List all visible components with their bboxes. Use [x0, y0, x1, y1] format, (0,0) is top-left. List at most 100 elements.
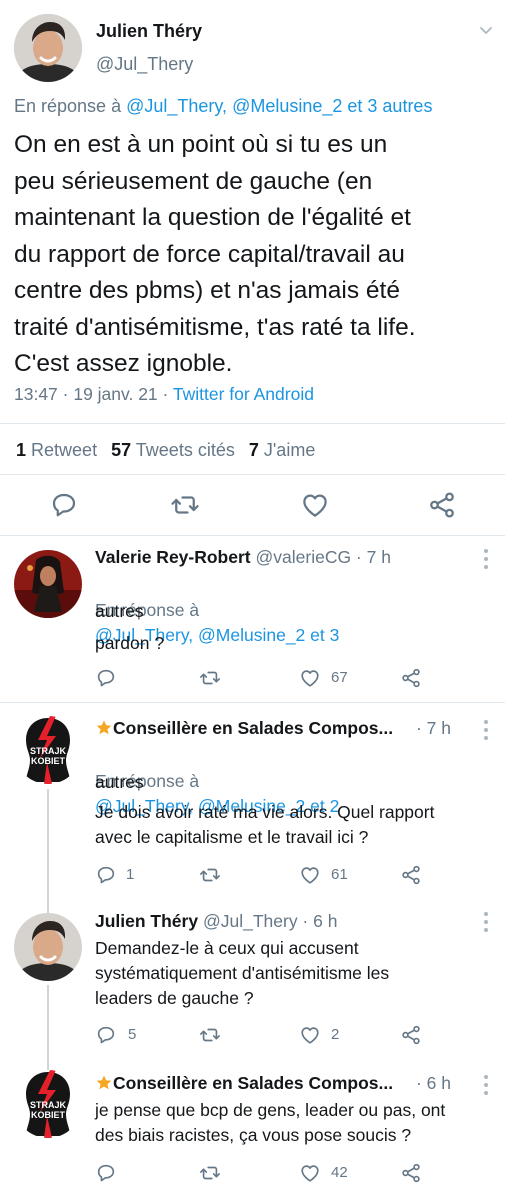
author-handle: · 7 h [415, 718, 452, 738]
avatar-photo [14, 913, 82, 981]
author-line: Valerie Rey-Robert @valerieCG · 7 h [95, 547, 391, 568]
share-icon[interactable] [400, 1162, 422, 1184]
quotes-stat[interactable]: 57 Tweets cités [111, 440, 235, 460]
avatar[interactable]: STRAJK KOBIET [14, 716, 82, 784]
tweet-meta: 13:47 · 19 janv. 21 · Twitter for Androi… [14, 384, 314, 405]
like-icon[interactable] [299, 864, 321, 886]
reply-icon[interactable] [95, 667, 117, 689]
reply-icon[interactable] [49, 490, 79, 520]
author-handle: @Jul_Thery · 6 h [202, 911, 338, 931]
tweet-actions: 1 61 [95, 864, 495, 888]
likes-label: J'aime [263, 440, 316, 460]
reply-count: 5 [128, 1026, 137, 1043]
logo-text-bottom: KOBIET [31, 756, 66, 766]
avatar[interactable] [14, 550, 82, 618]
logo-text-top: STRAJK [30, 746, 67, 756]
tweet-timestamp[interactable]: 13:47 · 19 janv. 21 · [14, 384, 168, 404]
star-emoji-icon [95, 1074, 113, 1092]
more-vertical-icon[interactable] [483, 911, 489, 933]
tweet-actions: 67 [95, 667, 495, 691]
retweet-icon[interactable] [170, 490, 200, 520]
reply-tweet[interactable]: STRAJK KOBIET Conseillère en Salades Com… [0, 1058, 505, 1200]
like-count: 2 [331, 1026, 340, 1043]
author-handle[interactable]: @Jul_Thery [96, 54, 193, 75]
retweets-count: 1 [16, 440, 27, 460]
like-icon[interactable] [300, 490, 330, 520]
tweet-text: pardon ? [95, 633, 165, 653]
reply-tweet[interactable]: Valerie Rey-Robert @valerieCG · 7 h En r… [0, 536, 505, 702]
like-icon[interactable] [299, 667, 321, 689]
share-icon[interactable] [427, 490, 457, 520]
author-handle: @valerieCG · 7 h [255, 547, 391, 567]
author-name[interactable]: Conseillère en Salades Compos... [113, 1073, 393, 1093]
reply-targets-link[interactable]: autres [95, 599, 485, 624]
share-icon[interactable] [400, 667, 422, 689]
avatar[interactable]: STRAJK KOBIET [14, 1070, 82, 1138]
like-count: 61 [331, 866, 348, 883]
tweet-stats: 1 Retweet 57 Tweets cités 7 J'aime [16, 440, 315, 461]
author-name[interactable]: Valerie Rey-Robert [95, 547, 251, 567]
reply-prefix: En réponse à [14, 96, 122, 116]
retweets-label: Retweet [31, 440, 98, 460]
author-name[interactable]: Julien Théry [96, 21, 202, 42]
like-count: 67 [331, 669, 348, 686]
tweet-actions: 5 2 [95, 1024, 495, 1048]
like-icon[interactable] [299, 1162, 321, 1184]
retweet-icon[interactable] [199, 667, 221, 689]
reply-icon[interactable] [95, 864, 117, 886]
tweet-text: Demandez-le à ceux qui accusent systémat… [95, 938, 390, 1008]
likes-count: 7 [248, 440, 259, 460]
reply-icon[interactable] [95, 1162, 117, 1184]
retweets-stat[interactable]: 1 Retweet [16, 440, 97, 460]
tweet-text: On en est à un point où si tu es un peu … [14, 131, 416, 377]
avatar[interactable] [14, 14, 82, 82]
more-vertical-icon[interactable] [483, 1074, 489, 1096]
like-count: 42 [331, 1164, 348, 1181]
thread-line [47, 901, 49, 913]
chevron-down-icon[interactable] [478, 22, 494, 38]
quotes-count: 57 [111, 440, 132, 460]
tweet-text: je pense que bcp de gens, leader ou pas,… [95, 1100, 446, 1145]
avatar[interactable] [14, 913, 82, 981]
star-emoji-icon [95, 719, 113, 737]
logo-text-bottom: KOBIET [31, 1110, 66, 1120]
strajk-kobiet-logo: STRAJK KOBIET [26, 716, 70, 784]
retweet-icon[interactable] [199, 1162, 221, 1184]
avatar-photo [14, 550, 82, 618]
reply-tweet[interactable]: STRAJK KOBIET Conseillère en Salades Com… [0, 703, 505, 901]
reply-context: En réponse à @Jul_Thery, @Melusine_2 et … [14, 96, 432, 117]
author-line: Conseillère en Salades Compos... · 6 h [95, 1073, 451, 1094]
reply-targets-link[interactable]: @Jul_Thery, @Melusine_2 et 3 autres [126, 96, 432, 116]
share-icon[interactable] [400, 864, 422, 886]
author-handle: · 6 h [415, 1073, 452, 1093]
likes-stat[interactable]: 7 J'aime [249, 440, 315, 460]
avatar-photo [14, 14, 82, 82]
retweet-icon[interactable] [199, 1024, 221, 1046]
thread-line [47, 789, 49, 901]
author-name[interactable]: Conseillère en Salades Compos... [113, 718, 393, 738]
quotes-label: Tweets cités [135, 440, 235, 460]
reply-icon[interactable] [95, 1024, 117, 1046]
reply-tweet[interactable]: Julien Théry @Jul_Thery · 6 h Demandez-l… [0, 901, 505, 1058]
thread-line [47, 985, 49, 1058]
reply-count: 1 [126, 866, 135, 883]
share-icon[interactable] [400, 1024, 422, 1046]
author-line: Conseillère en Salades Compos... · 7 h [95, 718, 451, 739]
more-vertical-icon[interactable] [483, 548, 489, 570]
strajk-kobiet-logo: STRAJK KOBIET [26, 1070, 70, 1138]
main-tweet-actions [0, 490, 505, 526]
more-vertical-icon[interactable] [483, 719, 489, 741]
like-icon[interactable] [299, 1024, 321, 1046]
tweet-actions: 42 [95, 1162, 495, 1186]
tweet-source-link[interactable]: Twitter for Android [173, 384, 314, 404]
reply-targets-link[interactable]: autres [95, 770, 485, 795]
thread-line [47, 1058, 49, 1070]
retweet-icon[interactable] [199, 864, 221, 886]
main-tweet-header: Julien Théry @Jul_Thery [14, 12, 494, 82]
tweet-text: Je dois avoir raté ma vie alors. Quel ra… [95, 802, 435, 847]
author-line: Julien Théry @Jul_Thery · 6 h [95, 911, 337, 932]
divider [0, 474, 505, 475]
author-name[interactable]: Julien Théry [95, 911, 198, 931]
logo-text-top: STRAJK [30, 1100, 67, 1110]
divider [0, 423, 505, 424]
